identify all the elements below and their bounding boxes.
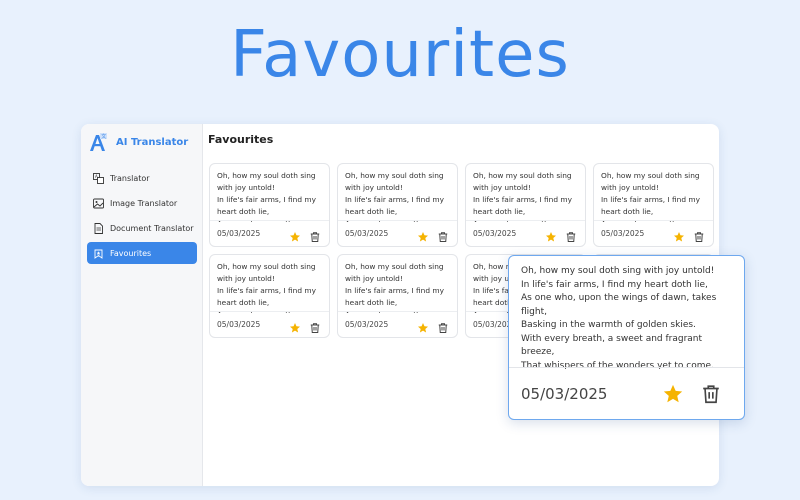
text-line: heart doth lie, [217, 207, 270, 216]
page-title: Favourites [208, 133, 274, 146]
star-icon[interactable] [673, 228, 685, 241]
text-line: In life's fair arms, I find my [601, 195, 700, 204]
card-text: Oh, how my soul doth sing with joy untold… [345, 261, 452, 313]
trash-icon[interactable] [437, 319, 449, 333]
trash-icon[interactable] [437, 228, 449, 242]
card-date: 05/03/2025 [473, 229, 517, 238]
expanded-card-date: 05/03/2025 [521, 384, 608, 403]
text-line: with joy untold! [217, 274, 275, 283]
card-date: 05/03/2025 [217, 229, 261, 238]
expanded-favourite-card[interactable]: Oh, how my soul doth sing with joy untol… [508, 255, 745, 420]
text-line: With every breath, a sweet and fragrant [521, 333, 703, 344]
card-date: 05/03/2025 [217, 320, 261, 329]
card-footer: 05/03/2025 [338, 220, 457, 246]
text-line: with joy untold! [345, 183, 403, 192]
sidebar-nav: A Translator Image Translator Document T… [87, 167, 197, 267]
star-icon[interactable] [289, 228, 301, 241]
text-line: Oh, how my soul doth sing [217, 171, 316, 180]
trash-icon[interactable] [565, 228, 577, 242]
sidebar-item-translator[interactable]: A Translator [87, 167, 197, 189]
app-name: AI Translator [116, 136, 189, 148]
sidebar-item-favourites[interactable]: Favourites [87, 242, 197, 264]
card-text: Oh, how my soul doth sing with joy untold… [217, 261, 324, 313]
text-line: Basking in the warmth of golden skies. [521, 320, 696, 330]
text-line: breeze, [521, 347, 555, 357]
text-line: heart doth lie, [473, 207, 526, 216]
sidebar-item-label: Favourites [110, 248, 152, 258]
sidebar-item-label: Image Translator [110, 198, 178, 208]
favourite-card[interactable]: Oh, how my soul doth sing with joy untold… [465, 163, 586, 247]
expanded-card-footer: 05/03/2025 [509, 367, 744, 419]
card-footer: 05/03/2025 [210, 311, 329, 337]
translate-icon: A [93, 172, 104, 184]
favourite-card[interactable]: Oh, how my soul doth sing with joy untold… [593, 163, 714, 247]
card-footer: 05/03/2025 [594, 220, 713, 246]
favourite-card[interactable]: Oh, how my soul doth sing with joy untold… [209, 254, 330, 338]
text-line: Oh, how my soul doth sing [473, 171, 572, 180]
text-line: In life's fair arms, I find my [217, 286, 316, 295]
card-text: Oh, how my soul doth sing with joy untold… [473, 170, 580, 222]
text-line: As one who, upon the wings of dawn, take… [521, 293, 717, 303]
text-line: with joy untold! [217, 183, 275, 192]
card-date: 05/03/2025 [345, 320, 389, 329]
trash-icon[interactable] [309, 228, 321, 242]
card-text: Oh, how my soul doth sing with joy untold… [601, 170, 708, 222]
star-icon[interactable] [417, 319, 429, 332]
brand: 文 AI Translator [88, 132, 188, 152]
image-icon [93, 198, 104, 209]
star-icon[interactable] [662, 383, 684, 405]
sidebar-item-label: Translator [110, 173, 150, 183]
trash-icon[interactable] [700, 383, 722, 405]
text-line: Oh, how my soul doth sing [345, 171, 444, 180]
star-icon[interactable] [545, 228, 557, 241]
text-line: Oh, how my soul doth sing [217, 262, 316, 271]
text-line: Oh, how my soul doth sing [601, 171, 700, 180]
text-line: In life's fair arms, I find my [217, 195, 316, 204]
favourite-card[interactable]: Oh, how my soul doth sing with joy untold… [337, 163, 458, 247]
text-line: In life's fair arms, I find my [345, 195, 444, 204]
app-logo-icon: 文 [88, 132, 108, 152]
card-footer: 05/03/2025 [210, 220, 329, 246]
sidebar-item-document-translator[interactable]: Document Translator [87, 217, 197, 239]
card-text: Oh, how my soul doth sing with joy untold… [345, 170, 452, 222]
hero-title: Favourites [230, 18, 570, 92]
svg-text:A: A [95, 174, 98, 179]
document-icon [93, 222, 104, 234]
text-line: heart doth lie, [601, 207, 654, 216]
favourites-icon [93, 248, 104, 259]
card-footer: 05/03/2025 [338, 311, 457, 337]
svg-text:文: 文 [101, 133, 106, 140]
sidebar-item-label: Document Translator [110, 223, 194, 233]
text-line: Oh, how my soul doth sing with joy untol… [521, 266, 715, 276]
text-line: heart doth lie, [345, 298, 398, 307]
card-text: Oh, how my soul doth sing with joy untold… [217, 170, 324, 222]
trash-icon[interactable] [693, 228, 705, 242]
text-line: with joy untold! [601, 183, 659, 192]
text-line: heart doth lie, [345, 207, 398, 216]
expanded-card-text: Oh, how my soul doth sing with joy untol… [521, 265, 736, 369]
text-line: In life's fair arms, I find my [345, 286, 444, 295]
sidebar-item-image-translator[interactable]: Image Translator [87, 192, 197, 214]
card-date: 05/03/2025 [601, 229, 645, 238]
text-line: Oh, how my soul doth sing [345, 262, 444, 271]
star-icon[interactable] [289, 319, 301, 332]
text-line: heart doth lie, [217, 298, 270, 307]
favourite-card[interactable]: Oh, how my soul doth sing with joy untold… [209, 163, 330, 247]
star-icon[interactable] [417, 228, 429, 241]
trash-icon[interactable] [309, 319, 321, 333]
favourite-card[interactable]: Oh, how my soul doth sing with joy untold… [337, 254, 458, 338]
text-line: flight, [521, 306, 547, 317]
text-line: with joy untold! [473, 183, 531, 192]
text-line: with joy untold! [345, 274, 403, 283]
text-line: In life's fair arms, I find my heart dot… [521, 279, 708, 290]
sidebar: 文 AI Translator A Translator Image Trans… [81, 124, 203, 486]
card-footer: 05/03/2025 [466, 220, 585, 246]
card-date: 05/03/2025 [345, 229, 389, 238]
text-line: In life's fair arms, I find my [473, 195, 572, 204]
